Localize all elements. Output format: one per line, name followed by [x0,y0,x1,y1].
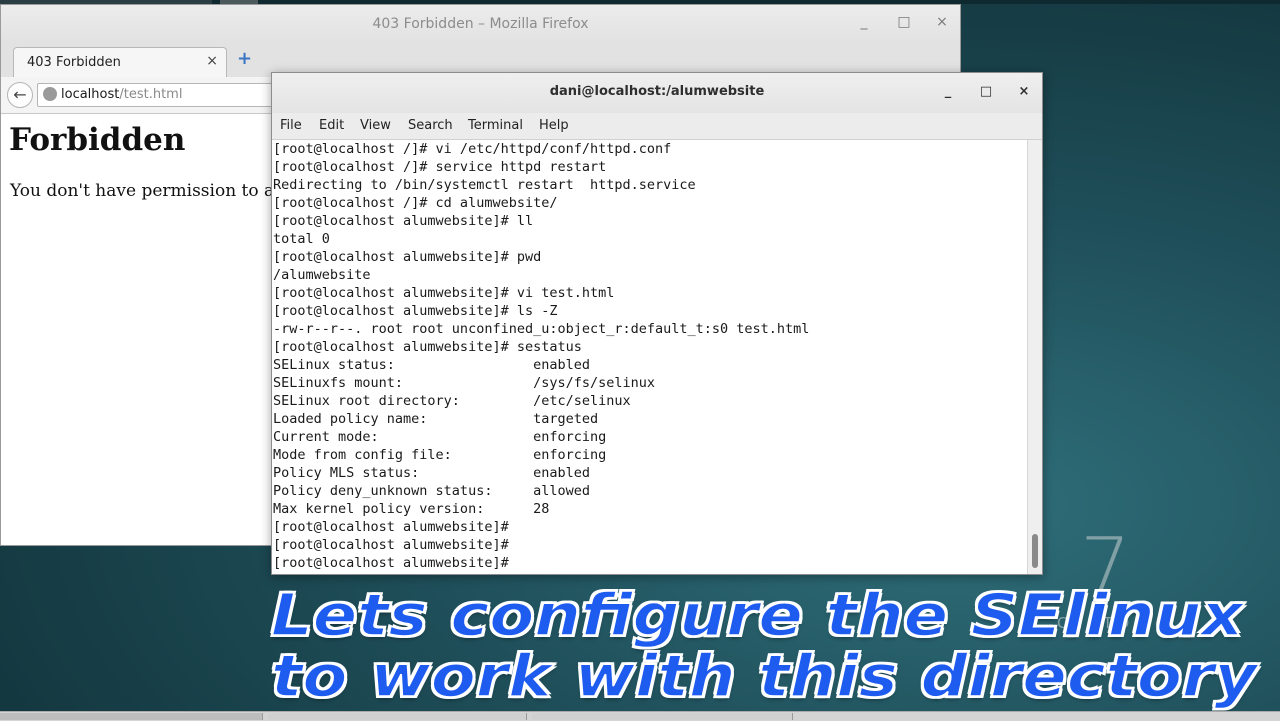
terminal-line: total 0 [273,231,330,247]
terminal-titlebar[interactable]: dani@localhost:/alumwebsite _ □ × [272,73,1042,113]
menu-terminal[interactable]: Terminal [468,118,523,133]
terminal-window: dani@localhost:/alumwebsite _ □ × File E… [271,72,1043,575]
firefox-close-button[interactable]: × [932,14,952,30]
terminal-scrollbar[interactable] [1027,140,1042,574]
page-heading: Forbidden [9,122,186,158]
url-path: /test.html [119,87,183,102]
terminal-line: /alumwebsite [273,267,371,283]
terminal-line: Redirecting to /bin/systemctl restart ht… [273,177,696,193]
new-tab-icon[interactable]: + [237,48,252,69]
firefox-maximize-button[interactable]: □ [894,14,914,30]
terminal-close-button[interactable]: × [1014,84,1034,99]
globe-icon [43,87,57,101]
terminal-minimize-button[interactable]: _ [938,84,958,99]
firefox-window-title: 403 Forbidden – Mozilla Firefox [372,16,589,32]
url-host: localhost [61,87,120,102]
terminal-line: [root@localhost alumwebsite]# sestatus [273,339,582,355]
terminal-output[interactable]: [root@localhost /]# vi /etc/httpd/conf/h… [272,140,1029,574]
tab-403-forbidden[interactable]: 403 Forbidden × [13,47,227,77]
terminal-line: [root@localhost alumwebsite]# ll [273,213,534,229]
terminal-line: [root@localhost alumwebsite]# vi test.ht… [273,285,615,301]
terminal-line: Policy MLS status: enabled [273,465,590,481]
terminal-line: [root@localhost alumwebsite]# ls -Z [273,303,558,319]
taskbar-item[interactable] [0,713,263,720]
terminal-line: [root@localhost /]# service httpd restar… [273,159,607,175]
back-arrow-icon[interactable]: ← [7,82,33,108]
terminal-line: [root@localhost alumwebsite]# [273,519,509,535]
taskbar-item[interactable] [268,713,527,720]
firefox-minimize-button[interactable]: _ [854,14,874,30]
terminal-line: Max kernel policy version: 28 [273,501,550,517]
terminal-line: SELinux root directory: /etc/selinux [273,393,631,409]
terminal-line: -rw-r--r--. root root unconfined_u:objec… [273,321,810,337]
tab-label: 403 Forbidden [27,55,121,70]
menu-help[interactable]: Help [539,118,569,133]
scrollbar-thumb[interactable] [1032,534,1038,568]
terminal-line: SELinuxfs mount: /sys/fs/selinux [273,375,656,391]
terminal-line: [root@localhost /]# vi /etc/httpd/conf/h… [273,141,672,157]
terminal-line: [root@localhost /]# cd alumwebsite/ [273,195,558,211]
terminal-line: [root@localhost alumwebsite]# [273,537,509,553]
terminal-window-title: dani@localhost:/alumwebsite [549,84,765,99]
terminal-line: Policy deny_unknown status: allowed [273,483,590,499]
caption-line-1: Lets configure the SElinux [270,580,1244,650]
terminal-line: SELinux status: enabled [273,357,590,373]
taskbar-item[interactable] [532,713,793,720]
terminal-line: Mode from config file: enforcing [273,447,607,463]
terminal-line: [root@localhost alumwebsite]# [273,555,509,571]
menu-search[interactable]: Search [408,118,453,133]
terminal-menubar: File Edit View Search Terminal Help [272,113,1042,140]
menu-view[interactable]: View [360,118,391,133]
terminal-line: Current mode: enforcing [273,429,607,445]
menu-file[interactable]: File [280,118,302,133]
terminal-line: [root@localhost alumwebsite]# pwd [273,249,542,265]
menu-edit[interactable]: Edit [319,118,344,133]
url-text: localhost/test.html [61,87,182,102]
caption-line-2: to work with this directory [270,641,1258,711]
tab-close-icon[interactable]: × [206,53,218,69]
terminal-maximize-button[interactable]: □ [976,84,996,99]
terminal-line: Loaded policy name: targeted [273,411,599,427]
firefox-titlebar[interactable]: 403 Forbidden – Mozilla Firefox _ □ × [1,5,960,43]
